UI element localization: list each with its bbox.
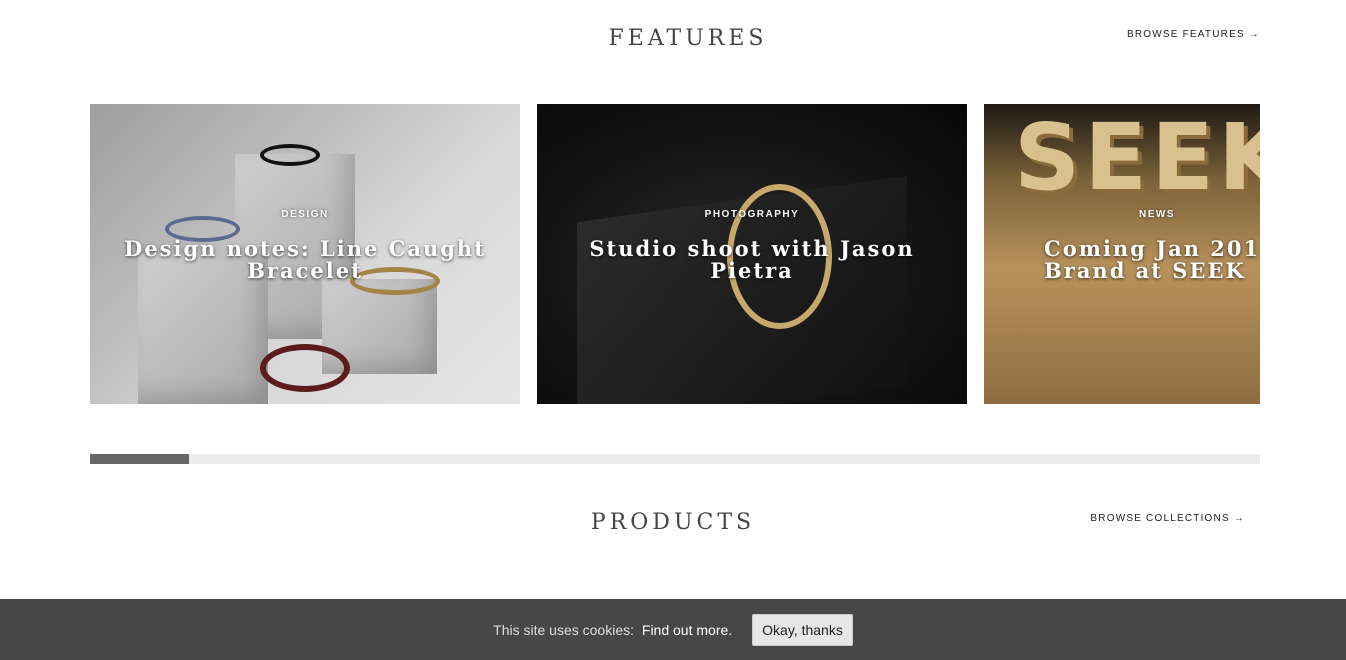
cookie-message: This site uses cookies: Find out more.: [493, 622, 732, 638]
browse-features-link[interactable]: BROWSE FEATURES →: [1127, 29, 1260, 40]
card-title[interactable]: Coming Jan 201 Brand at SEEK: [1044, 238, 1260, 282]
card-overlay: DESIGN Design notes: Line Caught Bracele…: [90, 104, 520, 404]
feature-card-design[interactable]: DESIGN Design notes: Line Caught Bracele…: [90, 104, 520, 404]
carousel-scrollbar[interactable]: [90, 454, 1260, 464]
carousel-scrollbar-thumb[interactable]: [90, 454, 190, 464]
cookie-accept-button[interactable]: Okay, thanks: [752, 613, 853, 646]
cookie-text: This site uses cookies:: [493, 621, 634, 638]
card-category: DESIGN: [281, 209, 329, 220]
cookie-find-out-more-link[interactable]: Find out more.: [642, 622, 732, 638]
card-overlay: PHOTOGRAPHY Studio shoot with Jason Piet…: [537, 104, 967, 404]
features-carousel[interactable]: DESIGN Design notes: Line Caught Bracele…: [90, 104, 1260, 404]
browse-collections-link[interactable]: BROWSE COLLECTIONS →: [1090, 513, 1245, 524]
card-title[interactable]: Studio shoot with Jason Pietra: [557, 238, 947, 282]
card-overlay: NEWS Coming Jan 201 Brand at SEEK: [984, 104, 1260, 404]
card-category: PHOTOGRAPHY: [704, 209, 800, 220]
card-category: NEWS: [1139, 209, 1175, 220]
feature-card-photography[interactable]: PHOTOGRAPHY Studio shoot with Jason Piet…: [537, 104, 967, 404]
card-title[interactable]: Design notes: Line Caught Bracelet: [110, 238, 500, 282]
cookie-bar: This site uses cookies: Find out more. O…: [0, 599, 1346, 660]
feature-card-news[interactable]: SEEK NEWS Coming Jan 201 Brand at SEEK: [984, 104, 1260, 404]
